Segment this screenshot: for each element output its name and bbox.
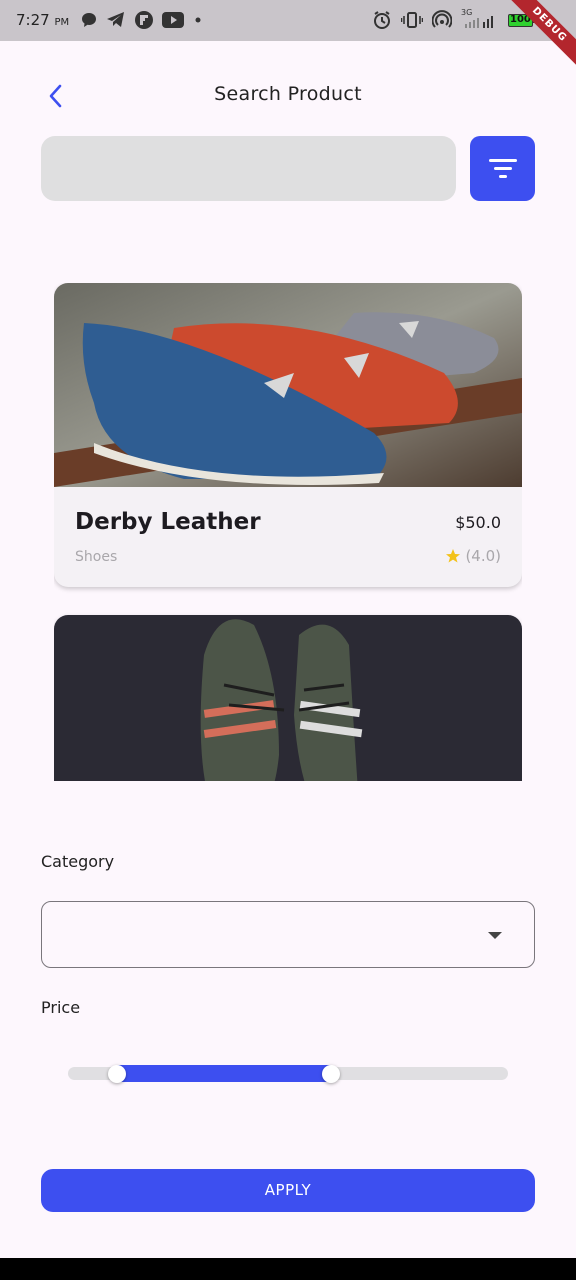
price-slider-min-thumb[interactable] — [108, 1065, 126, 1083]
price-label: Price — [41, 998, 81, 1017]
product-price: $50.0 — [455, 513, 501, 532]
category-dropdown[interactable] — [41, 901, 535, 968]
chat-bubble-icon — [82, 13, 96, 27]
hotspot-icon — [432, 10, 452, 28]
price-slider-range — [117, 1065, 331, 1082]
category-label: Category — [41, 852, 115, 871]
product-list[interactable]: Derby Leather $50.0 Shoes (4.0) — [54, 283, 522, 781]
signal-icon — [465, 16, 493, 28]
product-card[interactable] — [54, 615, 522, 781]
signal-group: 3G — [461, 8, 499, 30]
apply-button[interactable]: APPLY — [41, 1169, 535, 1212]
product-name: Derby Leather — [75, 509, 261, 535]
product-card[interactable]: Derby Leather $50.0 Shoes (4.0) — [54, 283, 522, 587]
filter-button[interactable] — [470, 136, 535, 201]
app-bar: Search Product — [0, 41, 576, 149]
dot-icon — [195, 17, 201, 23]
dropdown-arrow-icon — [488, 932, 502, 939]
product-image — [54, 615, 522, 781]
filter-icon — [488, 158, 517, 178]
flipboard-icon — [135, 11, 153, 29]
product-rating-value: (4.0) — [465, 547, 501, 565]
price-slider-max-thumb[interactable] — [322, 1065, 340, 1083]
product-category: Shoes — [75, 549, 118, 565]
youtube-icon — [162, 12, 184, 28]
search-input[interactable] — [41, 136, 456, 201]
product-rating: (4.0) — [445, 547, 501, 565]
product-image — [54, 283, 522, 487]
alarm-icon — [374, 11, 390, 29]
system-icons: 3G 100 — [372, 8, 536, 30]
status-bar: 7:27 PM 3G 100 DEBUG — [0, 0, 576, 71]
system-nav-bar — [0, 1258, 576, 1280]
notification-icons — [80, 10, 204, 30]
vibrate-icon — [401, 12, 423, 28]
status-time-value: 7:27 — [16, 11, 50, 29]
status-time: 7:27 PM — [16, 11, 69, 29]
page-title: Search Product — [214, 83, 362, 105]
star-icon — [446, 549, 461, 563]
telegram-icon — [107, 12, 124, 27]
status-time-ampm: PM — [54, 17, 70, 28]
